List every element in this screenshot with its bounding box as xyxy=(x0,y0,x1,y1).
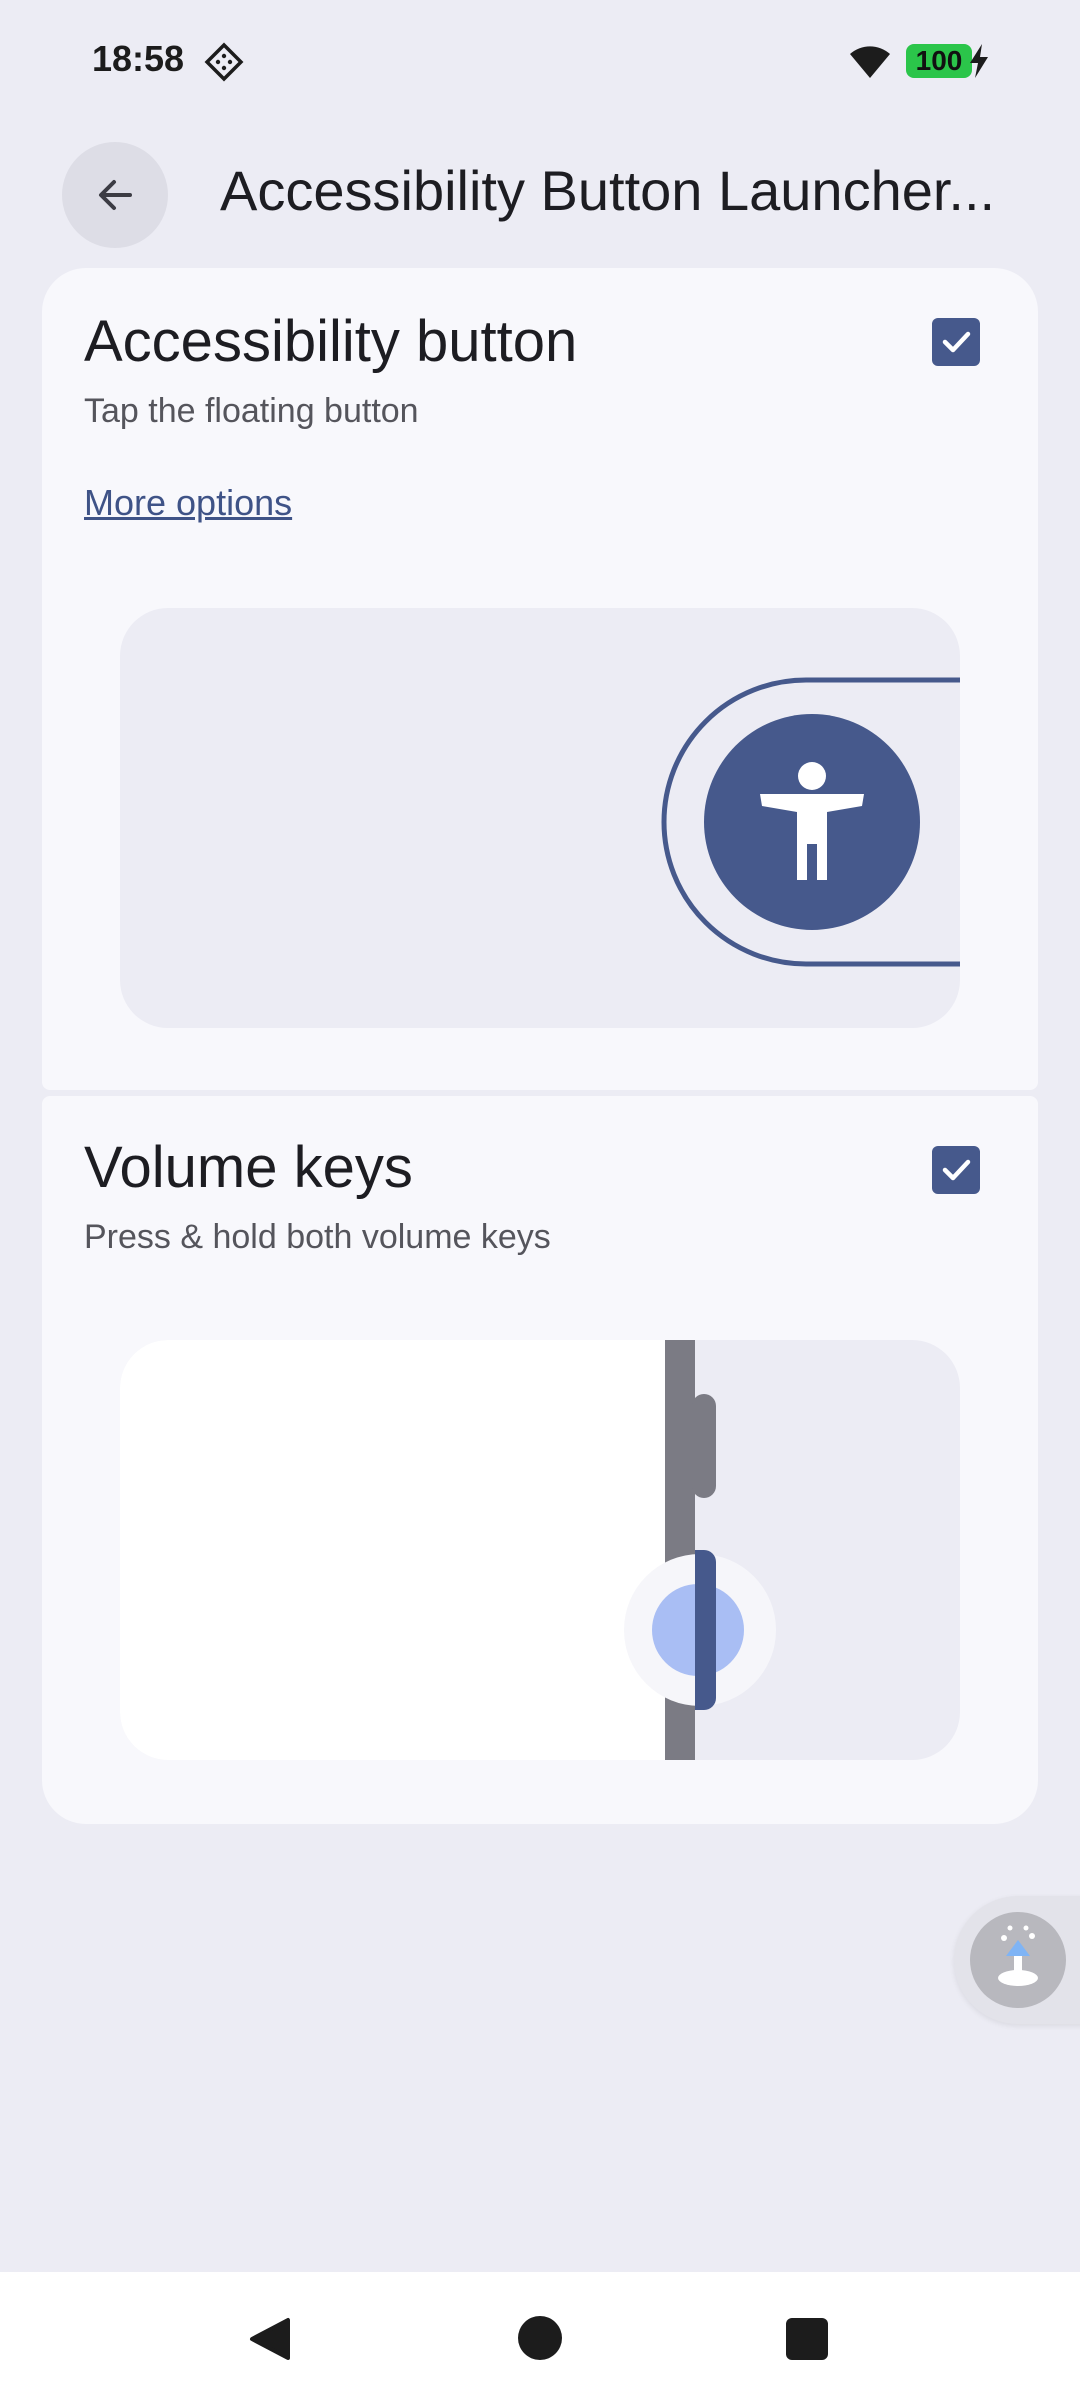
nav-back-icon[interactable] xyxy=(246,2316,292,2362)
nav-recents-button[interactable] xyxy=(786,2318,828,2360)
charging-bolt-icon xyxy=(970,44,988,78)
phone-volume-keys-illustration xyxy=(120,1340,776,1760)
checkbox-checked-icon xyxy=(942,1159,971,1181)
volume-keys-title: Volume keys xyxy=(84,1135,413,1200)
checkbox-checked-icon xyxy=(942,331,971,353)
battery-indicator: 100 xyxy=(906,44,972,78)
floating-accessibility-shortcut[interactable] xyxy=(954,1896,1080,2024)
accessibility-button-illustration xyxy=(120,608,960,1028)
accessibility-button-card[interactable]: Accessibility button Tap the floating bu… xyxy=(42,268,1038,1090)
more-options-link[interactable]: More options xyxy=(84,482,292,524)
volume-keys-illustration xyxy=(120,1340,960,1760)
nav-home-button[interactable] xyxy=(518,2316,562,2360)
status-time: 18:58 xyxy=(92,38,185,79)
system-navigation-bar xyxy=(0,2272,1080,2400)
wifi-icon xyxy=(850,46,890,78)
volume-keys-checkbox[interactable] xyxy=(932,1146,980,1194)
accessibility-button-checkbox[interactable] xyxy=(932,318,980,366)
floating-button-illustration xyxy=(661,677,960,967)
battery-level: 100 xyxy=(915,45,963,76)
back-arrow-icon xyxy=(99,180,132,210)
volume-keys-card[interactable]: Volume keys Press & hold both volume key… xyxy=(42,1096,1038,1824)
app-notification-icon xyxy=(204,42,244,82)
volume-keys-subtitle: Press & hold both volume keys xyxy=(84,1218,551,1256)
page-title: Accessibility Button Launcher... xyxy=(220,159,996,222)
back-button[interactable] xyxy=(62,142,168,248)
accessibility-button-title: Accessibility button xyxy=(84,309,578,374)
status-bar: 18:58 100 xyxy=(0,0,1080,120)
floating-assistant-icon xyxy=(970,1912,1066,2008)
accessibility-button-subtitle: Tap the floating button xyxy=(84,392,419,430)
